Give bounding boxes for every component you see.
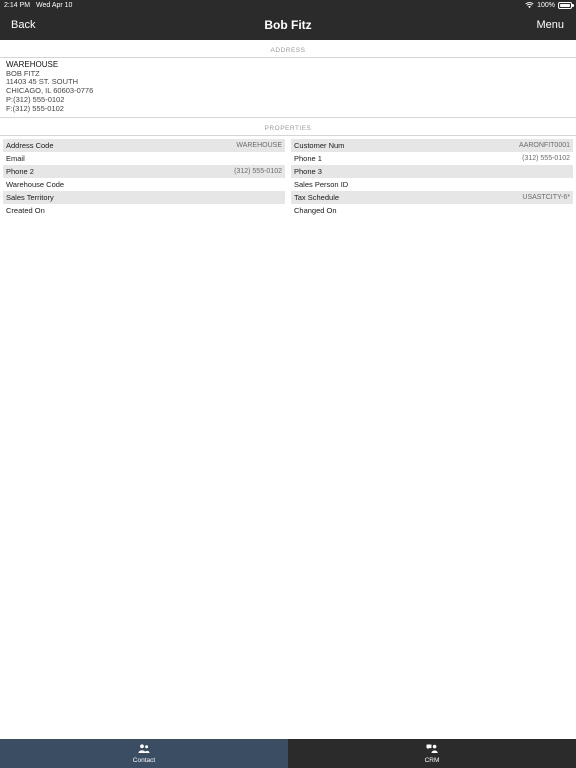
property-row-warehouse-code: Warehouse Code (3, 178, 285, 191)
property-label: Phone 3 (294, 167, 322, 176)
crm-icon (426, 744, 438, 753)
address-block: WAREHOUSE BOB FITZ 11403 45 ST. SOUTH CH… (6, 60, 93, 113)
status-right: 100% (525, 1, 574, 9)
property-value: (312) 555-0102 (522, 155, 570, 162)
property-label: Tax Schedule (294, 193, 340, 202)
properties-left-column: Address Code WAREHOUSE Email Phone 2 (31… (3, 139, 285, 217)
battery-icon (558, 1, 574, 9)
property-row-customer-num: Customer Num AARONFIT0001 (291, 139, 573, 152)
status-time: 2:14 PM (4, 2, 31, 9)
tab-contact[interactable]: Contact (0, 739, 288, 768)
status-date: Wed Apr 10 (36, 2, 73, 9)
page-title: Bob Fitz (264, 18, 312, 32)
tab-label: CRM (424, 757, 440, 764)
property-value: AARONFIT0001 (519, 142, 570, 149)
tab-crm[interactable]: CRM (288, 739, 576, 768)
property-row-sales-territory: Sales Territory (3, 191, 285, 204)
property-label: Sales Person ID (294, 180, 349, 189)
property-row-address-code: Address Code WAREHOUSE (3, 139, 285, 152)
property-label: Phone 1 (294, 154, 322, 163)
property-label: Warehouse Code (6, 180, 65, 189)
battery-percent: 100% (537, 1, 555, 9)
property-row-phone-1: Phone 1 (312) 555-0102 (291, 152, 573, 165)
properties-right-column: Customer Num AARONFIT0001 Phone 1 (312) … (291, 139, 573, 217)
wifi-icon (525, 2, 534, 9)
property-label: Address Code (6, 141, 54, 150)
top-bar: 2:14 PM Wed Apr 10 100% Back Bob Fitz Me… (0, 0, 576, 40)
status-bar: 2:14 PM Wed Apr 10 100% (0, 0, 576, 12)
property-label: Created On (6, 206, 45, 215)
tab-label: Contact (132, 757, 156, 764)
property-row-phone-2: Phone 2 (312) 555-0102 (3, 165, 285, 178)
property-row-phone-3: Phone 3 (291, 165, 573, 178)
property-label: Phone 2 (6, 167, 34, 176)
property-row-tax-schedule: Tax Schedule USASTCITY-6* (291, 191, 573, 204)
address-fax: F:(312) 555-0102 (6, 103, 64, 113)
menu-button[interactable]: Menu (536, 19, 564, 31)
properties-section-header: PROPERTIES (264, 125, 312, 132)
property-label: Customer Num (294, 141, 345, 150)
property-value: WAREHOUSE (236, 142, 282, 149)
address-section-header: ADDRESS (270, 47, 306, 54)
property-row-changed-on: Changed On (291, 204, 573, 217)
property-row-created-on: Created On (3, 204, 285, 217)
property-value: USASTCITY-6* (522, 194, 570, 201)
address-divider (0, 57, 576, 58)
properties-divider (0, 135, 576, 136)
properties-top-divider (0, 117, 576, 118)
property-value: (312) 555-0102 (234, 168, 282, 175)
property-label: Changed On (294, 206, 337, 215)
property-row-email: Email (3, 152, 285, 165)
contact-icon (138, 744, 150, 753)
tab-bar: Contact CRM (0, 739, 576, 768)
property-label: Sales Territory (6, 193, 54, 202)
property-row-sales-person-id: Sales Person ID (291, 178, 573, 191)
property-label: Email (6, 154, 25, 163)
